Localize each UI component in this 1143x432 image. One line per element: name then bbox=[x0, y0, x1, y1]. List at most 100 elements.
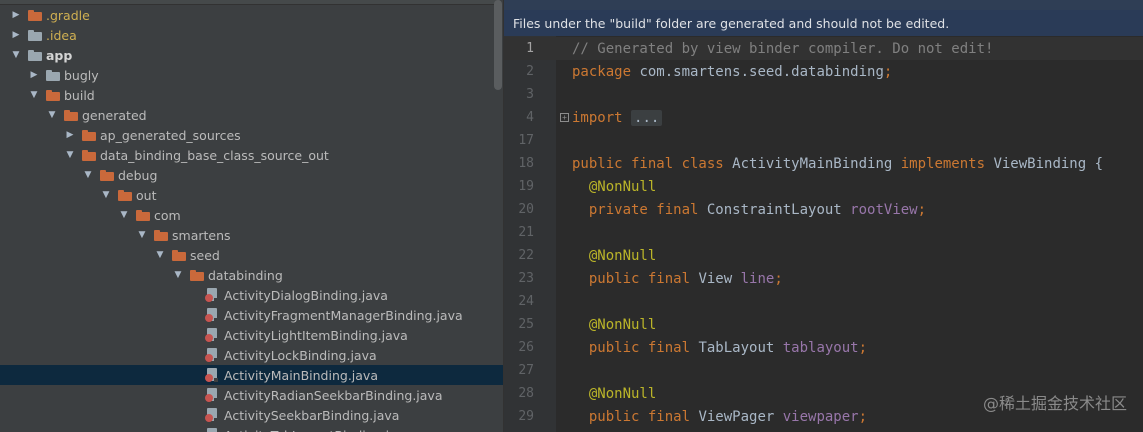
java-icon-lock bbox=[214, 358, 218, 362]
tree-item-label: ap_generated_sources bbox=[100, 127, 241, 143]
expand-arrow-down-icon[interactable]: ▼ bbox=[10, 45, 22, 65]
tree-file-item[interactable]: ▶ActivityLightItemBinding.java bbox=[0, 325, 503, 345]
folder-icon bbox=[190, 269, 204, 281]
tree-folder-item[interactable]: ▼ smartens bbox=[0, 225, 503, 245]
expand-arrow-right-icon[interactable]: ▶ bbox=[64, 125, 76, 145]
code-line[interactable]: 17 bbox=[504, 129, 1143, 152]
fold-expand-icon[interactable]: + bbox=[560, 113, 569, 122]
line-number: 23 bbox=[518, 271, 534, 286]
tree-folder-item[interactable]: ▼ data_binding_base_class_source_out bbox=[0, 145, 503, 165]
code-line[interactable]: 2 package com.smartens.seed.databinding; bbox=[504, 60, 1143, 83]
tree-file-item[interactable]: ▶ActivityFragmentManagerBinding.java bbox=[0, 305, 503, 325]
folder-icon bbox=[28, 9, 42, 21]
expand-arrow-down-icon[interactable]: ▼ bbox=[82, 165, 94, 185]
generated-file-banner: Files under the "build" folder are gener… bbox=[504, 10, 1143, 36]
tree-file-item[interactable]: ▶ActivityLockBinding.java bbox=[0, 345, 503, 365]
code-line[interactable]: 1 // Generated by view binder compiler. D… bbox=[504, 37, 1143, 60]
code-line[interactable]: 23 public final View line; bbox=[504, 267, 1143, 290]
code-token: public final class bbox=[572, 155, 733, 172]
line-number: 28 bbox=[518, 386, 534, 401]
tree-folder-item[interactable]: ▼ com bbox=[0, 205, 503, 225]
expand-arrow-down-icon[interactable]: ▼ bbox=[136, 225, 148, 245]
tree-item-label: generated bbox=[82, 107, 147, 123]
tree-folder-item[interactable]: ▼ debug bbox=[0, 165, 503, 185]
tree-folder-item[interactable]: ▼ app bbox=[0, 45, 503, 65]
tree-folder-item[interactable]: ▶ ap_generated_sources bbox=[0, 125, 503, 145]
code-token: View bbox=[698, 270, 741, 287]
code-token: @NonNull bbox=[588, 178, 657, 195]
expand-arrow-down-icon[interactable]: ▼ bbox=[154, 245, 166, 265]
expand-arrow-right-icon[interactable]: ▶ bbox=[10, 5, 22, 25]
code-token: public final bbox=[588, 339, 699, 356]
code-token: rootView bbox=[850, 201, 918, 218]
code-token: ; bbox=[858, 408, 868, 425]
tree-item-label: ActivityRadianSeekbarBinding.java bbox=[224, 387, 443, 403]
tree-scrollbar[interactable] bbox=[494, 0, 502, 90]
folder-icon-body bbox=[154, 231, 168, 241]
expand-arrow-down-icon[interactable]: ▼ bbox=[118, 205, 130, 225]
tree-folder-item[interactable]: ▶ .gradle bbox=[0, 5, 503, 25]
expand-arrow-down-icon[interactable]: ▼ bbox=[28, 85, 40, 105]
tree-folder-item[interactable]: ▼ generated bbox=[0, 105, 503, 125]
code-line[interactable]: 4 + import ... bbox=[504, 106, 1143, 129]
code-token: ViewPager bbox=[698, 408, 783, 425]
expand-arrow-right-icon[interactable]: ▶ bbox=[28, 65, 40, 85]
java-icon-dot bbox=[205, 414, 213, 422]
tree-folder-item[interactable]: ▼ seed bbox=[0, 245, 503, 265]
code-line[interactable]: 3 bbox=[504, 83, 1143, 106]
tree-file-item[interactable]: ▶ActivityRadianSeekbarBinding.java bbox=[0, 385, 503, 405]
code-line[interactable]: 20 private final ConstraintLayout rootVi… bbox=[504, 198, 1143, 221]
code-token: @NonNull bbox=[588, 316, 657, 333]
code-token: implements bbox=[900, 155, 994, 172]
tree-folder-item[interactable]: ▼ databinding bbox=[0, 265, 503, 285]
java-icon-lock bbox=[214, 378, 218, 382]
code-line[interactable]: 18 public final class ActivityMainBinding… bbox=[504, 152, 1143, 175]
java-icon-lock bbox=[214, 418, 218, 422]
code-editor[interactable]: Files under the "build" folder are gener… bbox=[504, 0, 1143, 432]
expand-arrow-down-icon[interactable]: ▼ bbox=[64, 145, 76, 165]
tree-file-item[interactable]: ▶ActivityTabLayoutBinding.java bbox=[0, 425, 503, 432]
tree-item-label: com bbox=[154, 207, 181, 223]
folded-imports-placeholder[interactable]: ... bbox=[631, 109, 663, 126]
tree-item-label: data_binding_base_class_source_out bbox=[100, 147, 329, 163]
tree-folder-item[interactable]: ▶ bugly bbox=[0, 65, 503, 85]
code-token: line bbox=[740, 270, 775, 287]
tree-item-label: seed bbox=[190, 247, 220, 263]
code-line[interactable]: 19 @NonNull bbox=[504, 175, 1143, 198]
java-icon-dot bbox=[205, 314, 213, 322]
folder-icon-body bbox=[46, 91, 60, 101]
folder-icon bbox=[172, 249, 186, 261]
code-line[interactable]: 24 bbox=[504, 290, 1143, 313]
expand-arrow-down-icon[interactable]: ▼ bbox=[172, 265, 184, 285]
tree-folder-item[interactable]: ▶ .idea bbox=[0, 25, 503, 45]
expand-arrow-down-icon[interactable]: ▼ bbox=[100, 185, 112, 205]
tree-item-label: ActivityLockBinding.java bbox=[224, 347, 377, 363]
code-token: // Generated by view binder compiler. Do… bbox=[572, 40, 994, 57]
folder-icon-body bbox=[46, 71, 60, 81]
tree-file-item[interactable]: ▶ActivitySeekbarBinding.java bbox=[0, 405, 503, 425]
folder-icon-body bbox=[118, 191, 132, 201]
code-line[interactable]: 27 bbox=[504, 359, 1143, 382]
java-class-icon bbox=[205, 408, 218, 422]
tree-item-label: smartens bbox=[172, 227, 231, 243]
code-line[interactable]: 21 bbox=[504, 221, 1143, 244]
line-number: 3 bbox=[526, 87, 534, 102]
tree-folder-item[interactable]: ▼ out bbox=[0, 185, 503, 205]
folder-icon-body bbox=[64, 111, 78, 121]
tree-item-label: ActivityFragmentManagerBinding.java bbox=[224, 307, 463, 323]
expand-arrow-down-icon[interactable]: ▼ bbox=[46, 105, 58, 125]
code-line[interactable]: 22 @NonNull bbox=[504, 244, 1143, 267]
code-line[interactable]: 26 public final TabLayout tablayout; bbox=[504, 336, 1143, 359]
java-class-icon bbox=[205, 308, 218, 322]
tree-file-item[interactable]: ▶ActivityDialogBinding.java bbox=[0, 285, 503, 305]
code-line[interactable]: 25 @NonNull bbox=[504, 313, 1143, 336]
line-number: 26 bbox=[518, 340, 534, 355]
tree-item-label: out bbox=[136, 187, 157, 203]
folder-icon bbox=[136, 209, 150, 221]
tree-folder-item[interactable]: ▼ build bbox=[0, 85, 503, 105]
tree-item-label: debug bbox=[118, 167, 158, 183]
tree-file-item[interactable]: ▶ActivityMainBinding.java bbox=[0, 365, 503, 385]
expand-arrow-right-icon[interactable]: ▶ bbox=[10, 25, 22, 45]
